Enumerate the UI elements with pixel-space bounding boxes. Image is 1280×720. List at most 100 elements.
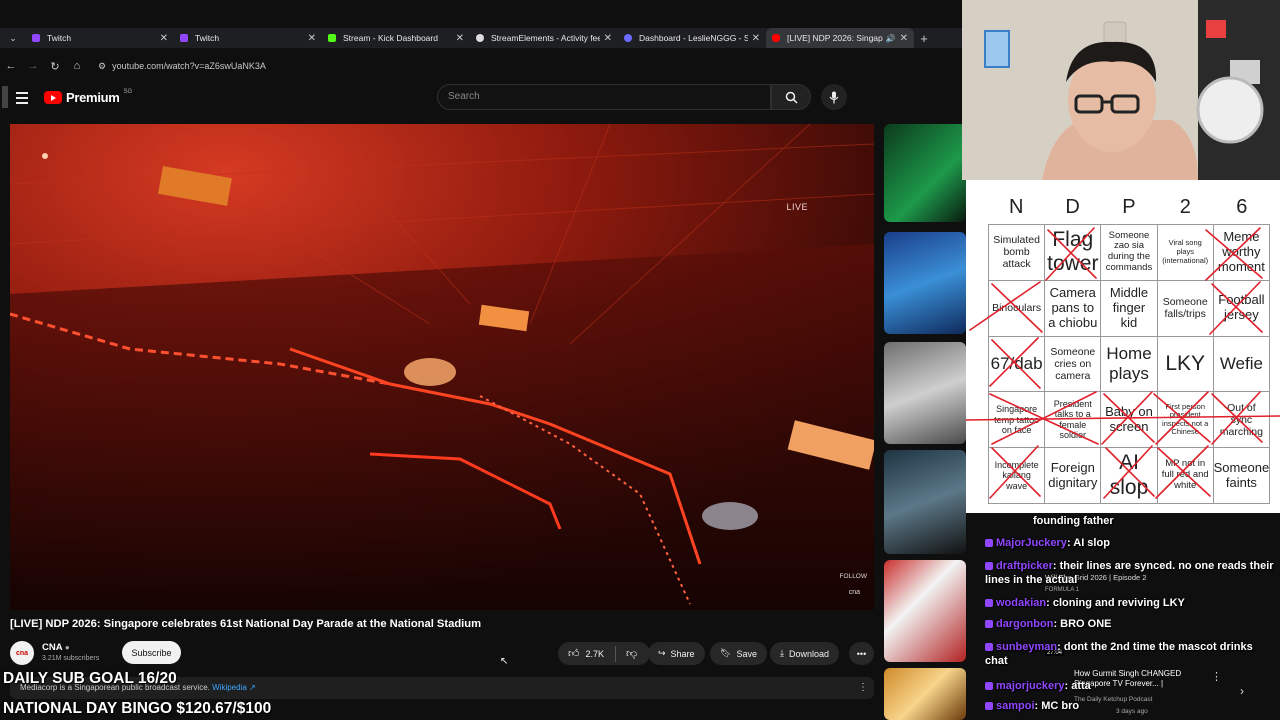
search-icon xyxy=(785,91,798,104)
badge-icon xyxy=(985,620,993,629)
bingo-total-overlay: NATIONAL DAY BINGO $120.67/$100 xyxy=(3,700,272,717)
close-tab-icon[interactable]: ✕ xyxy=(604,33,612,44)
bingo-cell: Singapore temp tattoo on face xyxy=(989,392,1046,449)
divider xyxy=(615,645,617,662)
new-tab-icon[interactable]: + xyxy=(914,31,934,46)
tab-strip: ⌄ Twitch ✕ Twitch ✕ Stream - Kick Dashboar… xyxy=(0,28,962,48)
bingo-cell: Middle finger kid xyxy=(1101,280,1158,337)
channel-name[interactable]: CNA ● xyxy=(42,642,70,653)
bingo-cell: Someone zao sia during the commands xyxy=(1101,225,1158,281)
badge-icon xyxy=(985,643,993,652)
forward-icon[interactable]: → xyxy=(22,60,44,72)
bingo-cell: Simulated bomb attack xyxy=(989,225,1046,281)
youtube-play-icon xyxy=(44,91,62,104)
mic-button[interactable] xyxy=(821,84,847,110)
like-button[interactable]: 👍︎ 2.7K xyxy=(568,647,604,660)
sub-goal-overlay: DAILY SUB GOAL 16/20 xyxy=(3,670,177,687)
video-player[interactable]: LIVE FOLLOW cna xyxy=(10,124,874,610)
bingo-cell: Someone faints xyxy=(1213,448,1270,504)
more-icon: ••• xyxy=(856,648,867,659)
bingo-cell: Out of sync marching xyxy=(1213,392,1270,449)
more-actions-button[interactable]: ••• xyxy=(849,642,874,665)
streamelements-icon xyxy=(476,34,484,42)
save-button[interactable]: 🔖︎ Save xyxy=(710,642,767,665)
chat-message: sunbeyman: dont the 2nd time the mascot … xyxy=(985,641,1253,668)
share-button[interactable]: ↪ Share xyxy=(648,642,705,665)
download-icon: ⤓ xyxy=(780,648,784,658)
bingo-cell: Flag tower xyxy=(1045,225,1102,281)
bingo-header-letter: P xyxy=(1122,196,1136,218)
mouse-cursor: ↖ xyxy=(500,656,509,667)
bingo-cell: Foreign dignitary xyxy=(1045,448,1102,504)
youtube-header: Premium SG Search xyxy=(0,82,880,114)
bingo-cell: Incomplete kallang wave xyxy=(989,448,1046,504)
home-icon[interactable]: ⌂ xyxy=(66,60,88,72)
wikipedia-link[interactable]: Wikipedia xyxy=(212,683,247,692)
close-tab-icon[interactable]: ✕ xyxy=(456,33,464,44)
badge-icon xyxy=(985,682,993,691)
subscribe-button[interactable]: Subscribe xyxy=(122,641,181,664)
follow-watermark: FOLLOW xyxy=(839,573,867,580)
dashboard-icon xyxy=(624,34,632,42)
related-video-thumbnail[interactable] xyxy=(884,560,966,662)
bingo-header-letter: 2 xyxy=(1179,196,1191,218)
close-tab-icon[interactable]: ✕ xyxy=(308,33,316,44)
site-info-icon[interactable]: ⚙ xyxy=(98,61,106,72)
channel-watermark: cna xyxy=(848,589,860,596)
chat-message: wodakian: cloning and reviving LKY xyxy=(985,597,1185,609)
channel-avatar[interactable]: cna xyxy=(10,641,34,665)
tab-search-icon[interactable]: ⌄ xyxy=(0,28,26,48)
bingo-cell: AI slop xyxy=(1101,448,1158,504)
related-video-thumbnail[interactable] xyxy=(884,342,966,444)
bingo-card: N D P 2 6 Simulated bomb attack Flag tow… xyxy=(966,180,1280,513)
titlebar-fill xyxy=(0,0,962,28)
bingo-cell: Home plays xyxy=(1101,336,1158,393)
menu-icon[interactable] xyxy=(16,92,28,107)
url-field[interactable]: ⚙ youtube.com/watch?v=aZ6swUaNK3A xyxy=(98,61,266,72)
bingo-cell: Someone falls/trips xyxy=(1157,280,1214,337)
youtube-icon xyxy=(772,34,780,42)
search-input[interactable]: Search xyxy=(437,84,771,110)
video-title: [LIVE] NDP 2026: Singapore celebrates 61… xyxy=(10,618,482,630)
close-tab-icon[interactable]: ✕ xyxy=(752,33,760,44)
info-more-icon[interactable]: ⋮ xyxy=(858,682,868,693)
browser-tab[interactable]: StreamElements - Activity feed ✕ xyxy=(470,28,618,48)
speaker-icon[interactable]: 🔊 xyxy=(886,34,896,43)
live-label: LIVE xyxy=(786,202,808,212)
bingo-cell: LKY xyxy=(1157,336,1214,393)
twitch-icon xyxy=(180,34,188,42)
close-tab-icon[interactable]: ✕ xyxy=(900,33,908,44)
browser-tab[interactable]: Stream - Kick Dashboard ✕ xyxy=(322,28,470,48)
thumbs-up-icon: 👍︎ xyxy=(568,648,580,660)
chat-message: founding father xyxy=(1033,515,1114,527)
download-button[interactable]: ⤓ Download xyxy=(770,642,840,665)
verified-icon: ● xyxy=(64,643,70,652)
bingo-cell: Meme worthy moment xyxy=(1213,225,1270,281)
back-icon[interactable]: ← xyxy=(0,60,22,72)
share-icon: ↪ xyxy=(658,648,666,658)
related-video-thumbnail[interactable] xyxy=(884,124,966,222)
bingo-cell: First person president inspects not a Ch… xyxy=(1157,392,1214,449)
bingo-cell: MP not in full red and white xyxy=(1157,448,1214,504)
bingo-header-letter: D xyxy=(1065,196,1080,218)
chat-message: draftpicker: their lines are synced. no … xyxy=(985,560,1274,587)
badge-icon xyxy=(985,599,993,608)
browser-tab[interactable]: Twitch ✕ xyxy=(174,28,322,48)
related-video-thumbnail[interactable] xyxy=(884,232,966,334)
browser-tab[interactable]: Dashboard - LeslieNGGG - Syn ✕ xyxy=(618,28,766,48)
close-tab-icon[interactable]: ✕ xyxy=(160,33,168,44)
browser-tab-active[interactable]: [LIVE] NDP 2026: Singapore🔊✕ xyxy=(766,28,914,48)
bingo-cell: Someone cries on camera xyxy=(1045,336,1102,393)
kick-icon xyxy=(328,34,336,42)
related-video-thumbnail[interactable] xyxy=(884,450,966,554)
reload-icon[interactable]: ↻ xyxy=(44,60,66,73)
search-button[interactable] xyxy=(771,84,811,110)
thumbs-down-icon[interactable]: 👎︎ xyxy=(626,647,637,660)
youtube-logo[interactable]: Premium SG xyxy=(44,89,132,105)
badge-icon xyxy=(985,702,993,711)
related-video-thumbnail[interactable] xyxy=(884,668,966,720)
bingo-cell: President talks to a female soldier xyxy=(1045,392,1102,449)
badge-icon xyxy=(985,539,993,548)
bingo-cell: Football jersey xyxy=(1213,280,1270,337)
browser-tab[interactable]: Twitch ✕ xyxy=(26,28,174,48)
